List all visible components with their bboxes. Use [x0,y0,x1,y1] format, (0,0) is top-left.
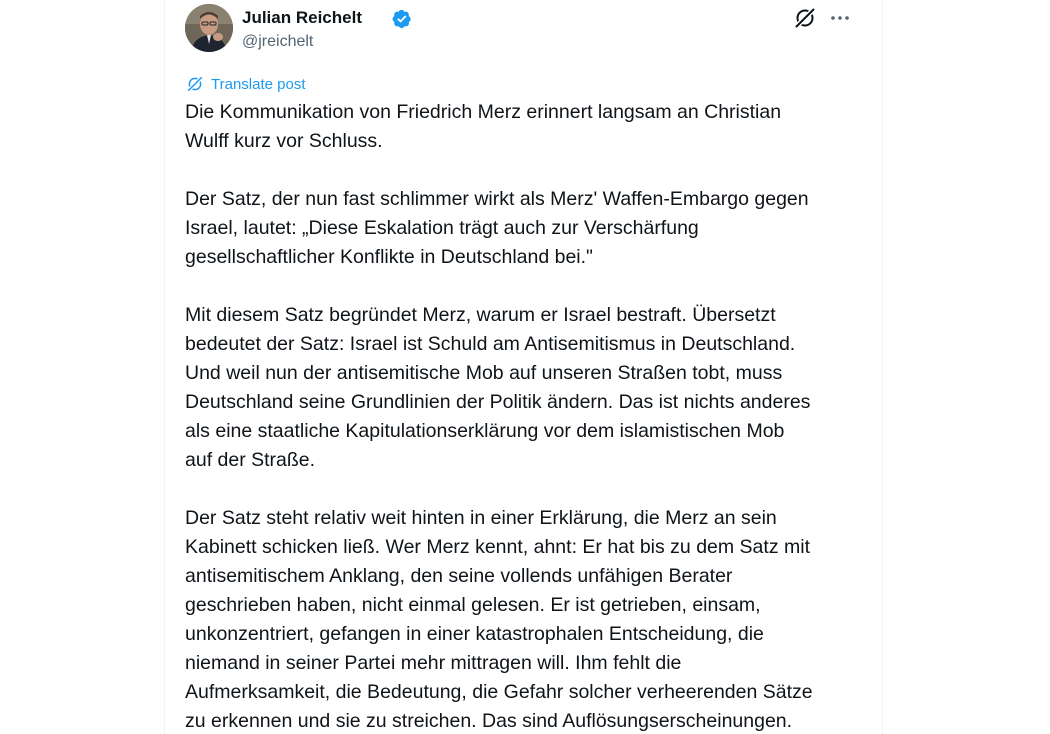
post-text: Die Kommunikation von Friedrich Merz eri… [185,98,875,734]
avatar[interactable] [185,4,233,52]
page: Julian Reichelt @jreichelt Translate pos… [0,0,1050,734]
avatar-image [185,4,233,52]
more-icon[interactable] [828,6,852,30]
author-handle[interactable]: @jreichelt [242,33,313,51]
post-card: Julian Reichelt @jreichelt Translate pos… [164,0,883,734]
verified-badge-icon[interactable] [392,9,412,29]
post-paragraph: Der Satz steht relativ weit hinten in ei… [185,507,813,732]
translate-post-button[interactable]: Translate post [186,73,306,95]
post-paragraph: Der Satz, der nun fast schlimmer wirkt a… [185,188,809,268]
post-header: Julian Reichelt @jreichelt [185,4,866,54]
translate-icon [187,76,203,92]
author-name[interactable]: Julian Reichelt [242,8,362,28]
post-paragraph: Die Kommunikation von Friedrich Merz eri… [185,101,782,152]
grok-icon[interactable] [793,6,817,30]
post-paragraph: Mit diesem Satz begründet Merz, warum er… [185,304,811,471]
translate-post-label: Translate post [211,75,306,93]
